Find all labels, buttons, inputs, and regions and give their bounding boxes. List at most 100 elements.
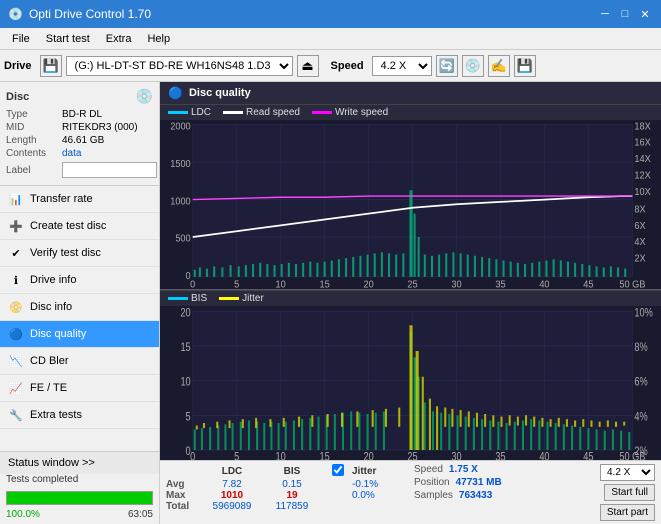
nav-label-extra-tests: Extra tests: [30, 409, 82, 421]
status-text: Tests completed: [0, 474, 159, 487]
start-part-button[interactable]: Start part: [600, 504, 655, 521]
status-window-label: Status window >>: [8, 457, 95, 469]
start-full-button[interactable]: Start full: [604, 484, 655, 501]
sidebar-item-disc-quality[interactable]: 🔵 Disc quality: [0, 321, 159, 348]
mid-val: RITEKDR3 (000): [62, 122, 138, 133]
position-label: Position: [414, 477, 450, 488]
jitter-checkbox[interactable]: [332, 464, 344, 476]
disc-button[interactable]: 💿: [462, 55, 484, 77]
maximize-button[interactable]: □: [617, 6, 633, 22]
svg-text:2000: 2000: [170, 121, 191, 133]
transfer-rate-icon: 📊: [8, 191, 24, 207]
svg-text:15: 15: [180, 342, 190, 354]
svg-text:20: 20: [363, 279, 374, 290]
progress-pct: 100.0%: [6, 509, 40, 520]
total-row: Total 5969089 117859: [166, 501, 402, 512]
svg-text:1500: 1500: [170, 158, 191, 170]
disc-image-icon[interactable]: 💿: [136, 88, 153, 105]
ldc-avg: 7.82: [202, 479, 262, 490]
drive-info-icon: ℹ: [8, 272, 24, 288]
cd-bler-icon: 📉: [8, 353, 24, 369]
jitter-header: Jitter: [352, 464, 402, 479]
upper-chart: 2000 1500 1000 500 0 18X 16X 14X 12X 10X…: [160, 120, 661, 291]
svg-text:6X: 6X: [634, 220, 646, 232]
svg-text:15: 15: [320, 279, 331, 290]
toolbar: Drive 💾 (G:) HL-DT-ST BD-RE WH16NS48 1.D…: [0, 50, 661, 82]
menubar: File Start test Extra Help: [0, 28, 661, 50]
svg-text:16X: 16X: [634, 137, 651, 149]
eject-button[interactable]: ⏏: [297, 55, 319, 77]
sidebar-item-fe-te[interactable]: 📈 FE / TE: [0, 375, 159, 402]
sidebar-item-drive-info[interactable]: ℹ Drive info: [0, 267, 159, 294]
label-key: Label: [6, 165, 58, 176]
svg-text:35: 35: [495, 451, 505, 460]
svg-text:50 GB: 50 GB: [619, 279, 645, 290]
jitter-max: 0.0%: [352, 490, 402, 501]
drive-select[interactable]: (G:) HL-DT-ST BD-RE WH16NS48 1.D3: [66, 56, 293, 76]
nav-label-cd-bler: CD Bler: [30, 355, 69, 367]
sidebar-item-cd-bler[interactable]: 📉 CD Bler: [0, 348, 159, 375]
progress-bar-container: [6, 491, 153, 505]
type-key: Type: [6, 109, 58, 120]
position-val: 47731 MB: [456, 477, 502, 488]
nav-label-verify-test-disc: Verify test disc: [30, 247, 101, 259]
speed-val: 1.75 X: [449, 464, 478, 475]
sidebar-item-disc-info[interactable]: 📀 Disc info: [0, 294, 159, 321]
legend-read-speed: Read speed: [223, 107, 300, 118]
speed-select[interactable]: 4.2 X: [372, 56, 432, 76]
svg-text:30: 30: [451, 279, 462, 290]
svg-text:12X: 12X: [634, 170, 651, 182]
close-button[interactable]: ✕: [637, 6, 653, 22]
stats-panel: LDC BIS Jitter Avg 7.82 0.15: [160, 460, 661, 524]
svg-text:2X: 2X: [634, 253, 646, 265]
svg-text:45: 45: [583, 451, 593, 460]
svg-text:0: 0: [190, 451, 195, 460]
test-speed-select[interactable]: 4.2 X: [600, 464, 655, 481]
svg-text:25: 25: [407, 451, 417, 460]
svg-text:0: 0: [190, 279, 196, 290]
bis-header: BIS: [262, 464, 322, 479]
nav-label-disc-info: Disc info: [30, 301, 72, 313]
svg-text:18X: 18X: [634, 121, 651, 133]
disc-panel: Disc 💿 Type BD-R DL MID RITEKDR3 (000) L…: [0, 82, 159, 186]
app-title: Opti Drive Control 1.70: [29, 7, 151, 21]
status-window-button[interactable]: Status window >>: [0, 451, 159, 474]
lower-chart-svg: 20 15 10 5 0 10% 8% 6% 4% 2%: [160, 306, 661, 460]
minimize-button[interactable]: ─: [597, 6, 613, 22]
disc-quality-icon: 🔵: [8, 326, 24, 342]
panel-header: 🔵 Disc quality: [160, 82, 661, 105]
sidebar-item-verify-test-disc[interactable]: ✔ Verify test disc: [0, 240, 159, 267]
sidebar-item-create-test-disc[interactable]: ➕ Create test disc: [0, 213, 159, 240]
svg-text:25: 25: [407, 279, 418, 290]
drive-icon-btn[interactable]: 💾: [40, 55, 62, 77]
refresh-button[interactable]: 🔄: [436, 55, 458, 77]
svg-text:10: 10: [276, 279, 287, 290]
svg-text:5: 5: [234, 451, 239, 460]
menu-file[interactable]: File: [4, 31, 38, 47]
svg-text:5: 5: [186, 411, 191, 423]
write-button[interactable]: ✍: [488, 55, 510, 77]
svg-text:30: 30: [451, 451, 461, 460]
panel-title: Disc quality: [189, 87, 251, 99]
svg-text:20: 20: [363, 451, 373, 460]
contents-key: Contents: [6, 148, 58, 159]
fe-te-icon: 📈: [8, 380, 24, 396]
samples-label: Samples: [414, 490, 453, 501]
save-button[interactable]: 💾: [514, 55, 536, 77]
svg-text:4X: 4X: [634, 237, 646, 249]
sidebar-item-extra-tests[interactable]: 🔧 Extra tests: [0, 402, 159, 429]
jitter-avg: -0.1%: [352, 479, 402, 490]
label-input[interactable]: [62, 162, 157, 178]
menu-start-test[interactable]: Start test: [38, 31, 98, 47]
menu-extra[interactable]: Extra: [98, 31, 140, 47]
svg-text:45: 45: [583, 279, 594, 290]
max-row: Max 1010 19 0.0%: [166, 490, 402, 501]
stats-table: LDC BIS Jitter Avg 7.82 0.15: [166, 464, 402, 512]
menu-help[interactable]: Help: [139, 31, 178, 47]
bis-avg: 0.15: [262, 479, 322, 490]
contents-val: data: [62, 148, 81, 159]
nav-label-disc-quality: Disc quality: [30, 328, 86, 340]
samples-val: 763433: [459, 490, 492, 501]
legend-write-speed: Write speed: [312, 107, 388, 118]
sidebar-item-transfer-rate[interactable]: 📊 Transfer rate: [0, 186, 159, 213]
